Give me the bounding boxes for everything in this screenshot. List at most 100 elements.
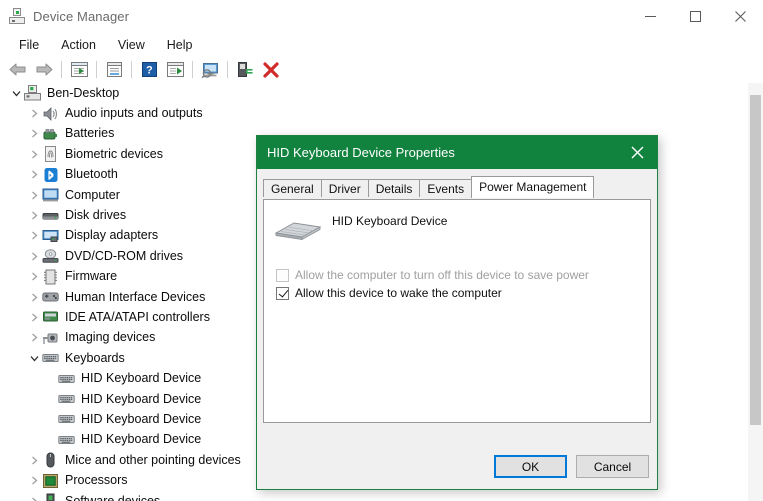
tree-item-label: HID Keyboard Device — [81, 412, 201, 427]
tree-item-label: Ben-Desktop — [47, 86, 119, 101]
keyboard-3d-icon — [272, 212, 324, 242]
battery-icon — [42, 126, 59, 142]
toolbar-separator — [61, 61, 62, 78]
tab-events[interactable]: Events — [419, 179, 472, 197]
hid-icon — [42, 289, 59, 305]
menu-view[interactable]: View — [107, 35, 156, 55]
chevron-right-icon[interactable] — [26, 493, 42, 501]
tree-item-label: Audio inputs and outputs — [65, 106, 203, 121]
tab-power-management[interactable]: Power Management — [471, 176, 594, 198]
menu-action[interactable]: Action — [50, 35, 107, 55]
toolbar-separator — [192, 61, 193, 78]
chevron-right-icon[interactable] — [26, 187, 42, 203]
device-name: HID Keyboard Device — [332, 214, 447, 228]
tree-item-label: HID Keyboard Device — [81, 392, 201, 407]
tree-item-label: Processors — [65, 473, 128, 488]
tree-item-label: HID Keyboard Device — [81, 371, 201, 386]
dialog-titlebar: HID Keyboard Device Properties — [257, 136, 657, 169]
tree-item-label: Mice and other pointing devices — [65, 453, 241, 468]
chevron-right-icon[interactable] — [26, 309, 42, 325]
tab-general[interactable]: General — [263, 179, 322, 197]
allow-wake-row[interactable]: Allow this device to wake the computer — [264, 286, 650, 300]
scrollbar-thumb[interactable] — [750, 95, 761, 425]
show-hide-console-tree-button[interactable] — [66, 58, 92, 82]
processor-icon — [42, 473, 59, 489]
tree-item-label: DVD/CD-ROM drives — [65, 249, 183, 264]
tree-item-software-devices[interactable]: Software devices — [0, 491, 763, 501]
window-controls — [628, 0, 763, 32]
keyboard-icon — [58, 371, 75, 387]
tree-item-label: HID Keyboard Device — [81, 432, 201, 447]
chevron-right-icon[interactable] — [26, 228, 42, 244]
maximize-button[interactable] — [673, 0, 718, 32]
keyboard-icon — [58, 411, 75, 427]
optical-drive-icon — [42, 248, 59, 264]
chevron-right-icon[interactable] — [26, 289, 42, 305]
minimize-button[interactable] — [628, 0, 673, 32]
tree-item-label: Keyboards — [65, 351, 125, 366]
disable-device-button[interactable] — [232, 58, 258, 82]
software-device-icon — [42, 493, 59, 501]
toolbar-separator — [227, 61, 228, 78]
chevron-right-icon[interactable] — [26, 452, 42, 468]
tree-item-audio-inputs-and-outputs[interactable]: Audio inputs and outputs — [0, 103, 763, 123]
chevron-right-icon[interactable] — [26, 248, 42, 264]
tree-item-label: IDE ATA/ATAPI controllers — [65, 310, 210, 325]
chevron-right-icon[interactable] — [26, 106, 42, 122]
tree-item-label: Bluetooth — [65, 167, 118, 182]
tree-item-label: Human Interface Devices — [65, 290, 205, 305]
scan-hardware-changes-button[interactable] — [197, 58, 223, 82]
forward-button[interactable] — [31, 58, 57, 82]
cancel-button[interactable]: Cancel — [576, 455, 649, 478]
tree-item-label: Software devices — [65, 494, 160, 501]
close-button[interactable] — [718, 0, 763, 32]
camera-icon — [42, 330, 59, 346]
chevron-right-icon[interactable] — [26, 167, 42, 183]
chevron-right-icon[interactable] — [26, 126, 42, 142]
window-titlebar: Device Manager — [0, 0, 763, 33]
ide-controller-icon — [42, 309, 59, 325]
allow-turn-off-label: Allow the computer to turn off this devi… — [295, 268, 589, 282]
tab-details[interactable]: Details — [368, 179, 421, 197]
chevron-down-icon[interactable] — [26, 350, 42, 366]
help-button[interactable]: ? — [136, 58, 162, 82]
ok-button[interactable]: OK — [494, 455, 567, 478]
tree-item-label: Display adapters — [65, 228, 158, 243]
display-adapter-icon — [42, 228, 59, 244]
chevron-right-icon[interactable] — [26, 473, 42, 489]
menu-file[interactable]: File — [8, 35, 50, 55]
tree-item-root[interactable]: Ben-Desktop — [0, 83, 763, 103]
mouse-icon — [42, 452, 59, 468]
uninstall-device-button[interactable] — [258, 58, 284, 82]
device-manager-icon — [9, 8, 25, 24]
dialog-tabstrip: General Driver Details Events Power Mana… — [263, 176, 657, 197]
menu-help[interactable]: Help — [156, 35, 204, 55]
device-header: HID Keyboard Device — [264, 200, 650, 242]
dialog-close-button[interactable] — [617, 136, 657, 169]
power-management-panel: HID Keyboard Device Allow the computer t… — [263, 199, 651, 423]
bluetooth-icon — [42, 167, 59, 183]
keyboard-icon — [58, 432, 75, 448]
tree-vertical-scrollbar[interactable] — [748, 83, 763, 501]
disk-drive-icon — [42, 208, 59, 224]
toolbar-separator — [96, 61, 97, 78]
back-button[interactable] — [5, 58, 31, 82]
properties-button[interactable] — [101, 58, 127, 82]
device-properties-dialog: HID Keyboard Device Properties General D… — [256, 135, 658, 490]
chevron-down-icon[interactable] — [8, 85, 24, 101]
allow-turn-off-row[interactable]: Allow the computer to turn off this devi… — [264, 268, 650, 282]
tab-driver[interactable]: Driver — [321, 179, 369, 197]
toolbar: ? — [0, 56, 763, 84]
chevron-right-icon[interactable] — [26, 146, 42, 162]
update-driver-button[interactable] — [162, 58, 188, 82]
fingerprint-icon — [42, 146, 59, 162]
chevron-right-icon[interactable] — [26, 208, 42, 224]
allow-wake-checkbox[interactable] — [276, 287, 289, 300]
tree-item-label: Imaging devices — [65, 330, 155, 345]
chevron-right-icon[interactable] — [26, 330, 42, 346]
computer-icon — [24, 85, 41, 101]
tree-item-label: Biometric devices — [65, 147, 163, 162]
firmware-chip-icon — [42, 269, 59, 285]
speaker-icon — [42, 106, 59, 122]
chevron-right-icon[interactable] — [26, 269, 42, 285]
